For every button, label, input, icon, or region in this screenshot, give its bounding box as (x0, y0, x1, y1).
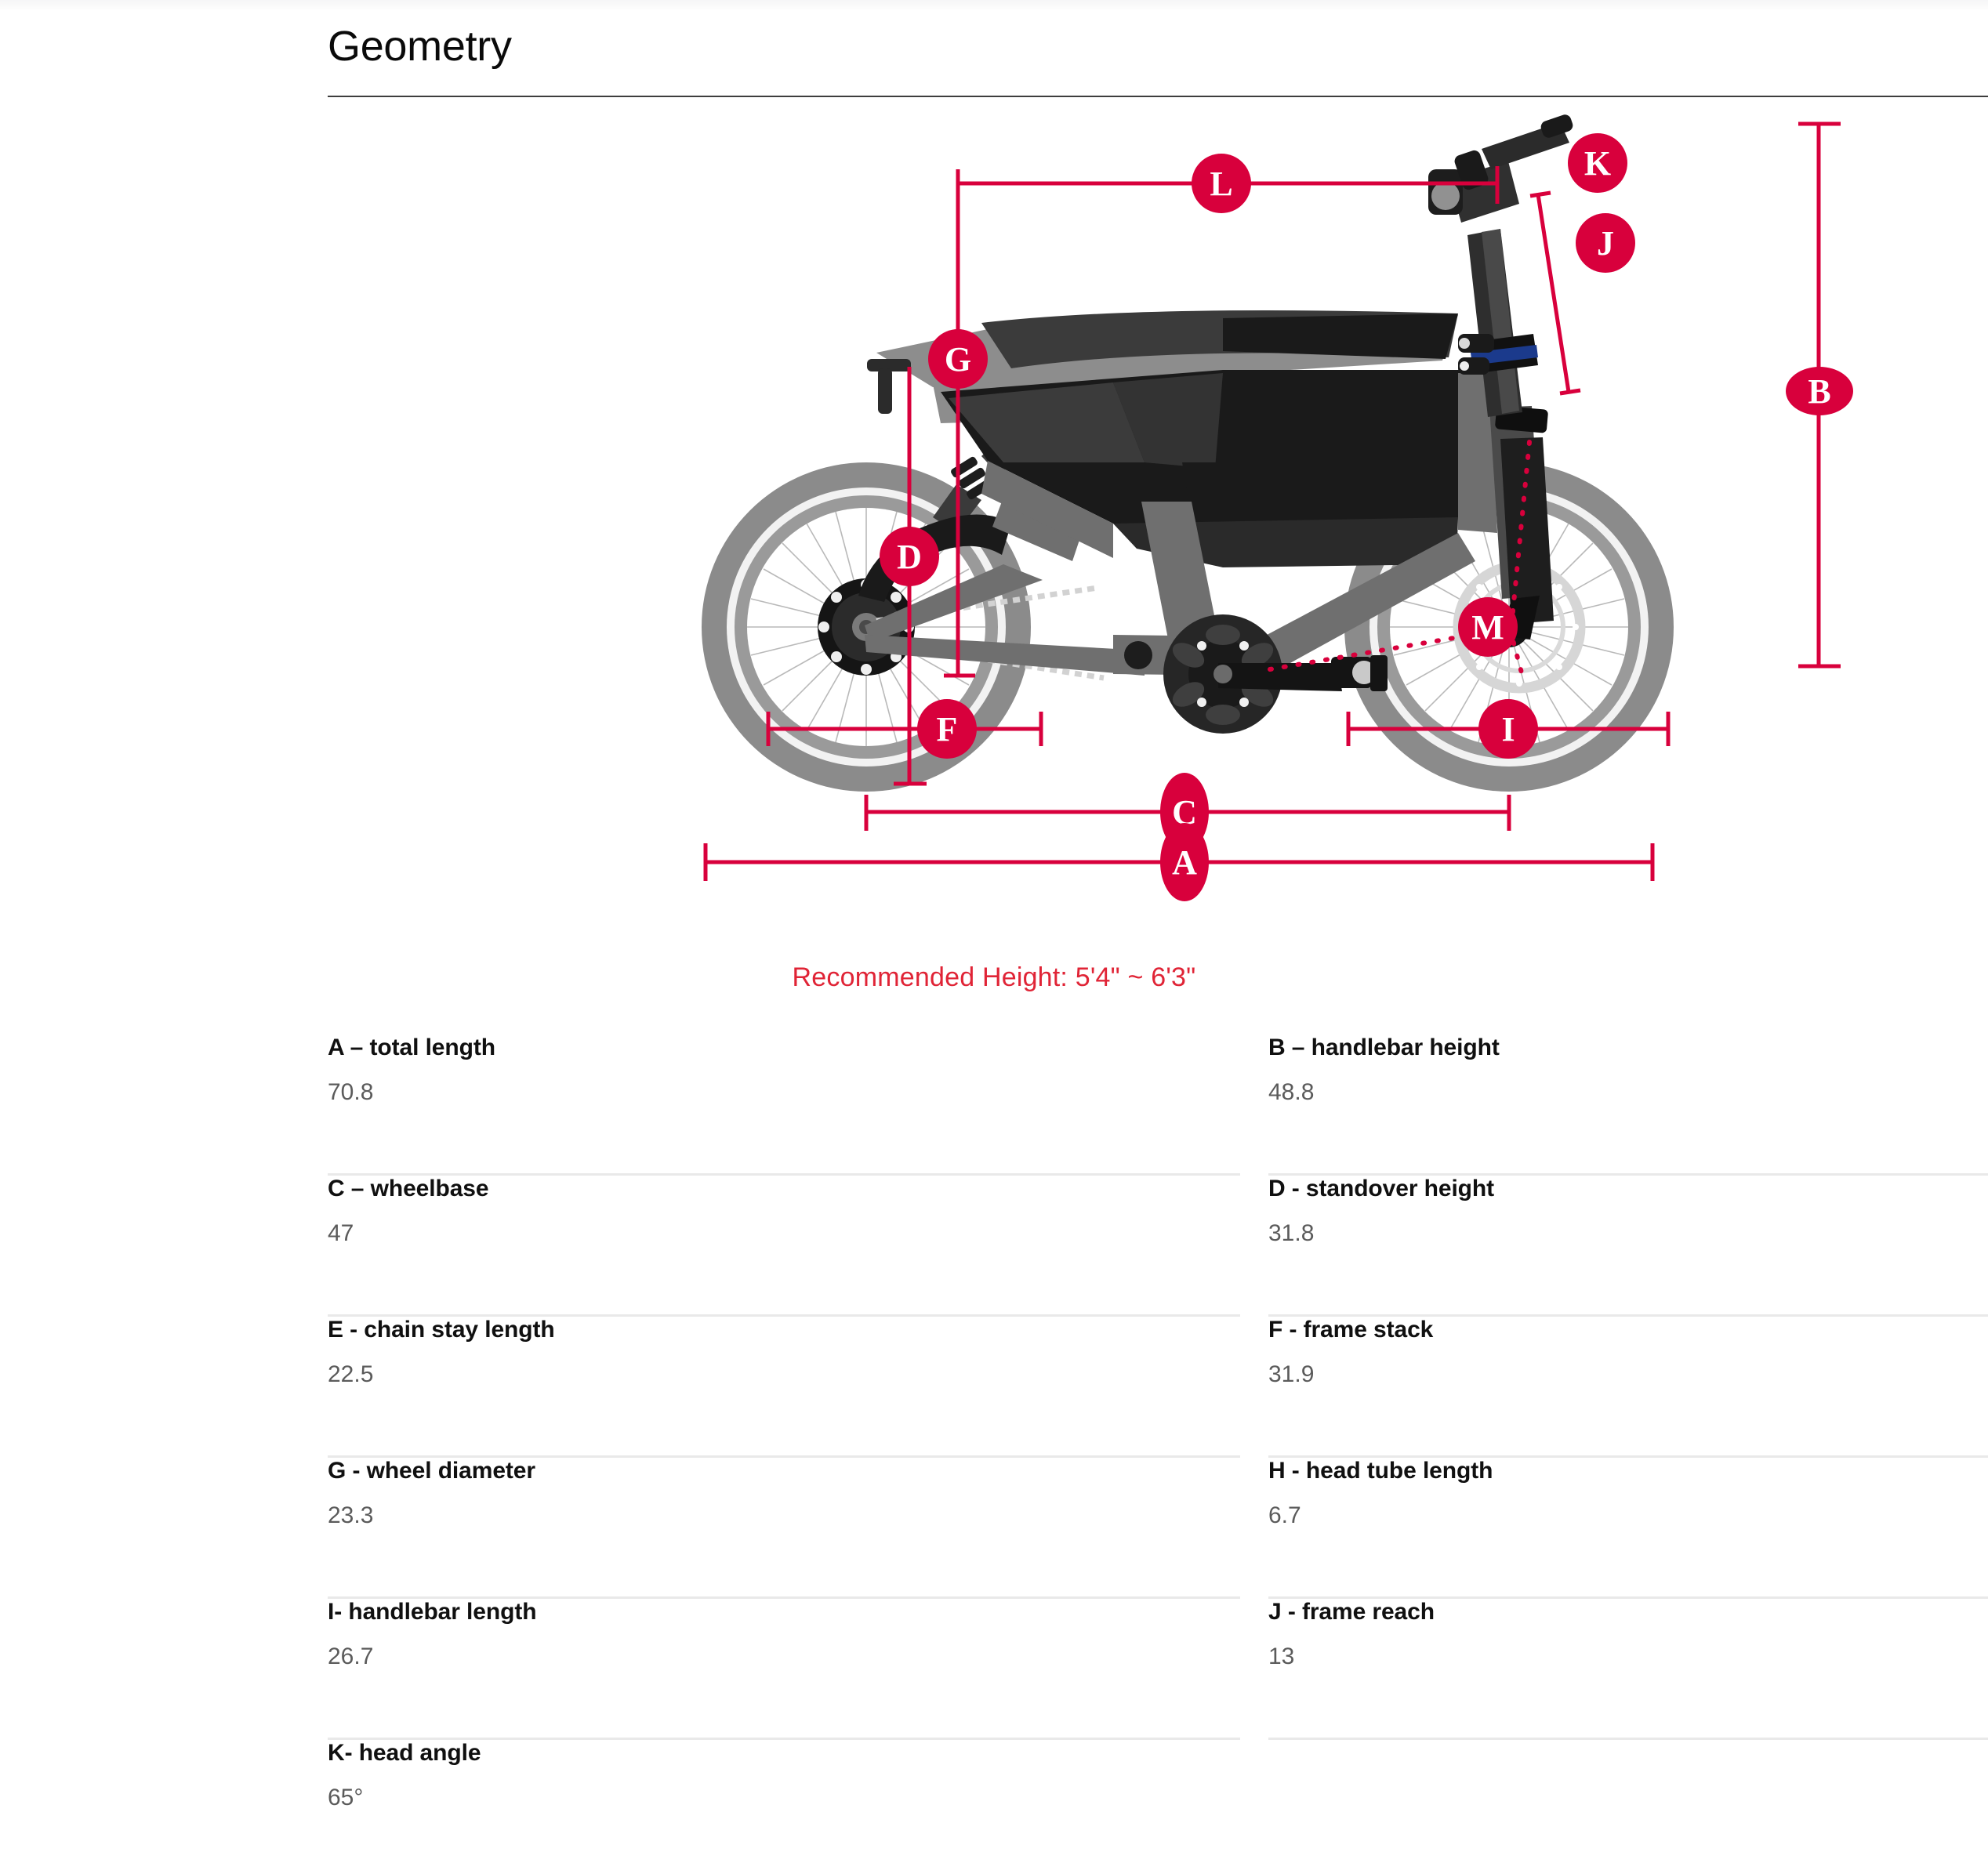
spec-item-h: H - head tube length 6.7 (1268, 1458, 1988, 1599)
geometry-spec-grid: A – total length 70.8 B – handlebar heig… (328, 1035, 1988, 1870)
spec-label: K- head angle (328, 1740, 481, 1766)
spec-value: 47 (328, 1220, 354, 1246)
spec-label: A – total length (328, 1035, 495, 1060)
spec-label: J - frame reach (1268, 1599, 1435, 1625)
spec-item-j: J - frame reach 13 (1268, 1599, 1988, 1740)
spec-value: 65° (328, 1785, 364, 1810)
spec-label: E - chain stay length (328, 1317, 555, 1343)
spec-item-g: G - wheel diameter 23.3 (328, 1458, 1268, 1599)
spec-value: 13 (1268, 1643, 1295, 1669)
spec-value: 23.3 (328, 1502, 374, 1528)
page-title: Geometry (328, 23, 512, 70)
spec-label: I- handlebar length (328, 1599, 537, 1625)
spec-item-e: E - chain stay length 22.5 (328, 1317, 1268, 1458)
top-gradient-band (0, 0, 1988, 11)
spec-value: 6.7 (1268, 1502, 1301, 1528)
spec-label: B – handlebar height (1268, 1035, 1500, 1060)
spec-value: 48.8 (1268, 1079, 1315, 1105)
callout-g: G (928, 329, 988, 389)
spec-label: G - wheel diameter (328, 1458, 535, 1484)
callout-k: K (1568, 133, 1627, 193)
callout-a: A (1160, 823, 1209, 901)
spec-item-b: B – handlebar height 48.8 (1268, 1035, 1988, 1176)
callout-d: D (880, 527, 939, 586)
spec-item-empty (1268, 1740, 1988, 1870)
spec-item-a: A – total length 70.8 (328, 1035, 1268, 1176)
spec-value: 31.8 (1268, 1220, 1315, 1246)
callout-f: F (917, 699, 977, 759)
spec-item-c: C – wheelbase 47 (328, 1176, 1268, 1317)
bike-diagram-svg (702, 114, 1841, 881)
spec-label: C – wheelbase (328, 1176, 489, 1201)
callout-l: L (1192, 154, 1251, 213)
spec-item-i: I- handlebar length 26.7 (328, 1599, 1268, 1740)
spec-label: F - frame stack (1268, 1317, 1434, 1343)
spec-value: 22.5 (328, 1361, 374, 1387)
spec-value: 70.8 (328, 1079, 374, 1105)
spec-label: H - head tube length (1268, 1458, 1493, 1484)
recommended-height-note: Recommended Height: 5'4" ~ 6'3" (792, 962, 1196, 992)
callout-b: B (1786, 367, 1853, 415)
spec-item-k: K- head angle 65° (328, 1740, 1268, 1870)
geometry-diagram: L K J G D M F I B C A (0, 94, 1988, 917)
page-header: Geometry (328, 11, 1988, 97)
spec-value: 26.7 (328, 1643, 374, 1669)
callout-j: J (1576, 213, 1635, 273)
spec-item-f: F - frame stack 31.9 (1268, 1317, 1988, 1458)
bike-illustration-container: L K J G D M F I B C A (674, 94, 1897, 917)
callout-i: I (1478, 699, 1538, 759)
spec-value: 31.9 (1268, 1361, 1315, 1387)
spec-item-d: D - standover height 31.8 (1268, 1176, 1988, 1317)
callout-m: M (1458, 597, 1518, 657)
spec-label: D - standover height (1268, 1176, 1495, 1201)
geometry-page: Geometry L K J G D M F I B C A Recommend… (0, 0, 1988, 1870)
